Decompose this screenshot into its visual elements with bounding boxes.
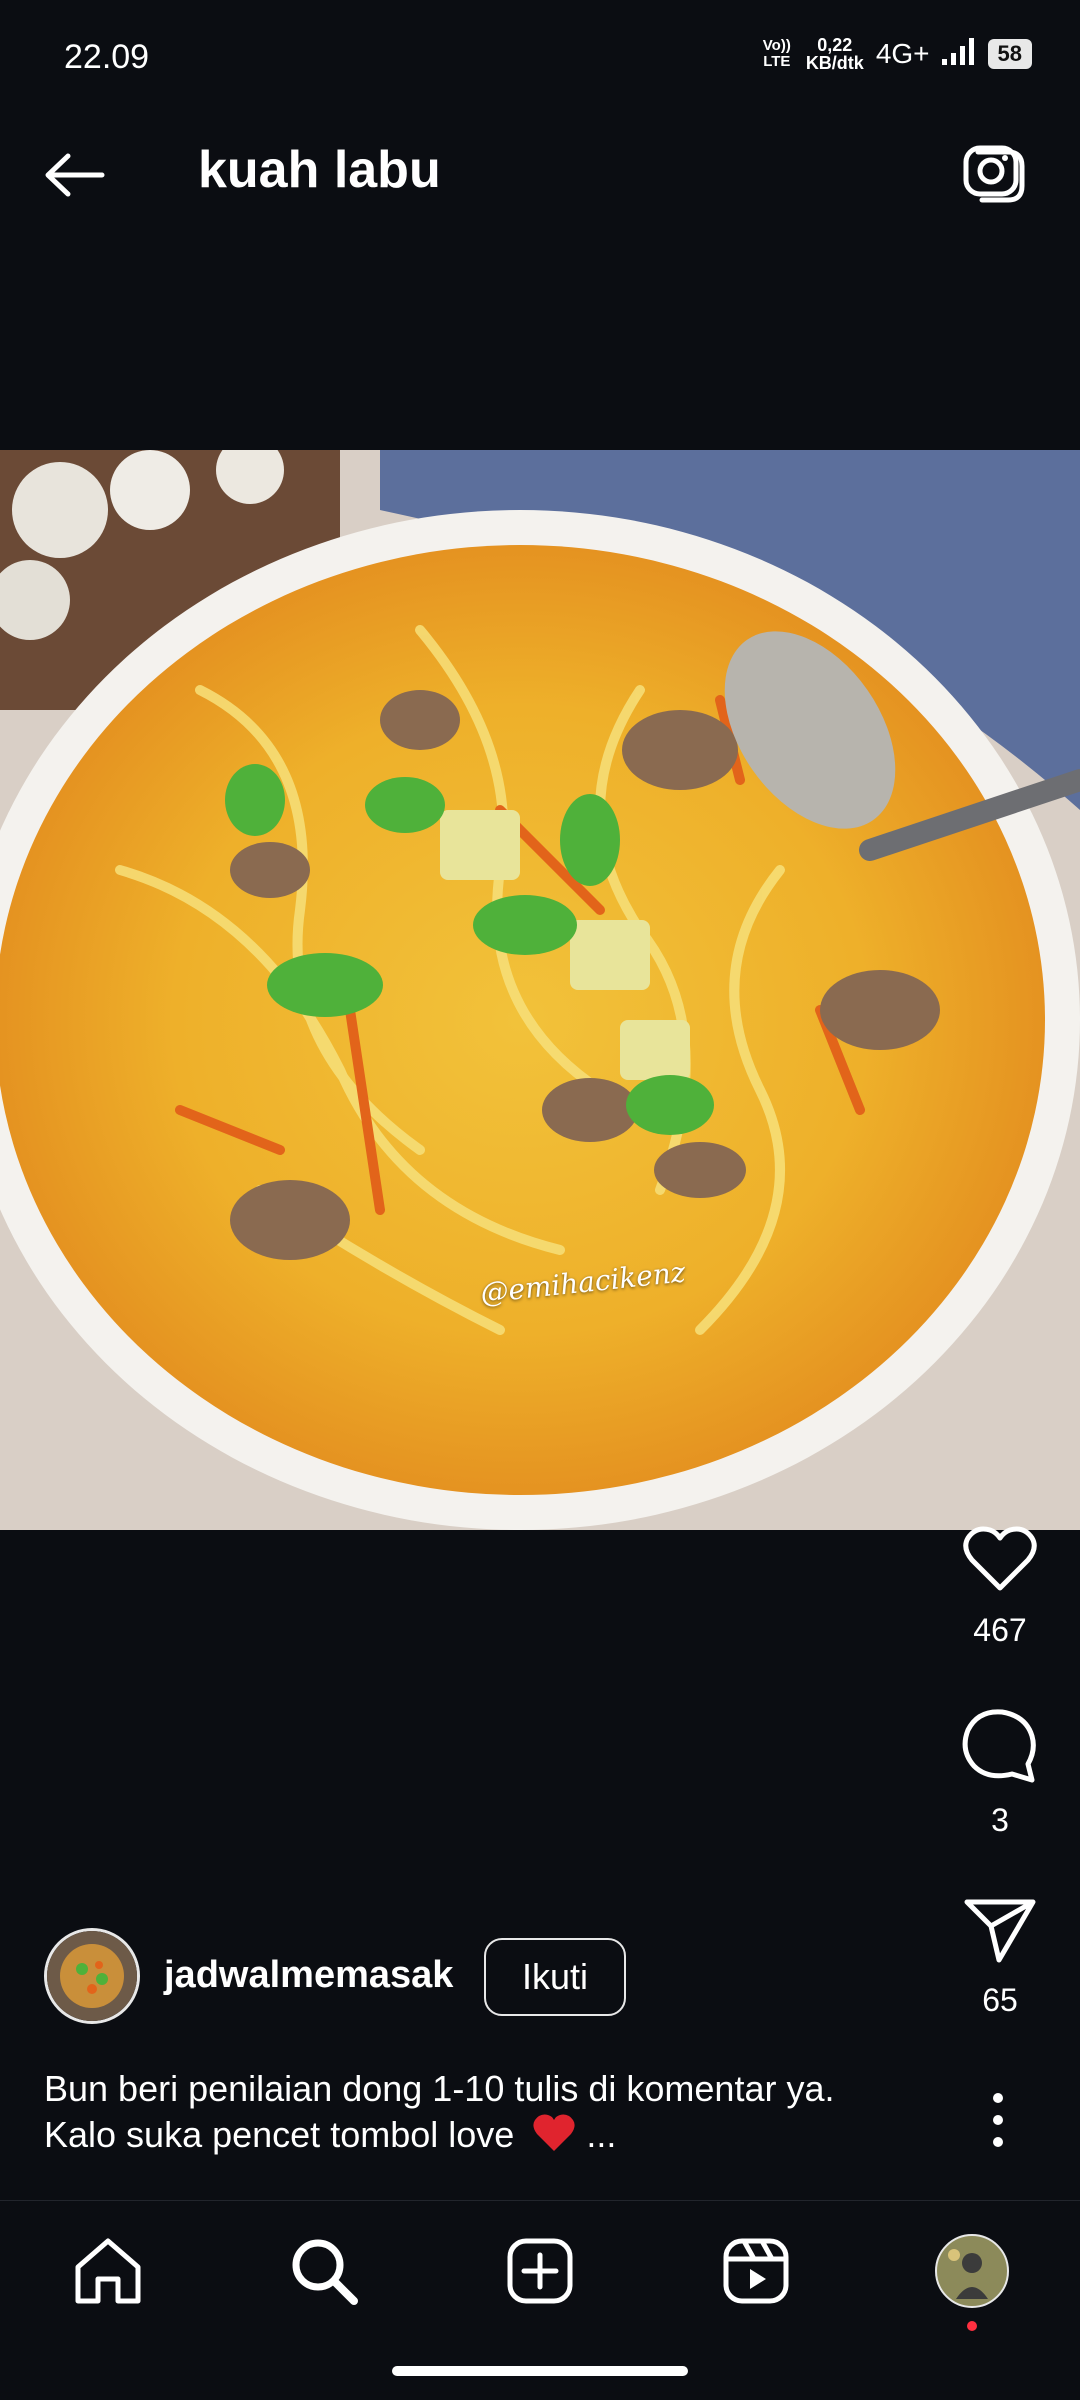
author-avatar[interactable] (44, 1928, 140, 2024)
status-time: 22.09 (64, 38, 150, 76)
home-indicator[interactable] (392, 2366, 688, 2376)
follow-button[interactable]: Ikuti (484, 1938, 626, 2016)
network-type: 4G+ (875, 38, 930, 69)
status-icons: Vo)) LTE 0,22 KB/dtk 4G+ 58 (760, 36, 1032, 72)
volte-indicator: Vo)) LTE (762, 37, 791, 70)
network-speed: 0,22 KB/dtk (806, 36, 864, 72)
like-action: 467 (945, 1526, 1055, 1649)
caption-more[interactable]: ... (586, 2114, 616, 2155)
page-title: kuah labu (198, 141, 441, 199)
reels-icon[interactable] (718, 2233, 794, 2309)
network-speed-value: 0,22 (817, 35, 853, 55)
notification-dot (967, 2321, 977, 2331)
search-icon[interactable] (286, 2233, 362, 2309)
more-vertical-icon[interactable] (986, 2090, 1010, 2150)
battery-indicator: 58 (987, 39, 1032, 69)
network-speed-unit: KB/dtk (805, 53, 864, 73)
caption-line-1: Bun beri penilaian dong 1-10 tulis di ko… (44, 2068, 835, 2109)
home-icon[interactable] (70, 2233, 146, 2309)
heart-icon[interactable] (962, 1526, 1038, 1594)
red-heart-emoji (532, 2113, 576, 2164)
like-count: 467 (973, 1612, 1027, 1648)
comment-icon[interactable] (962, 1708, 1038, 1784)
profile-avatar[interactable] (934, 2233, 1010, 2331)
share-count: 65 (982, 1982, 1018, 2018)
author-username[interactable]: jadwalmemasak (164, 1954, 453, 1997)
send-icon[interactable] (963, 1898, 1037, 1964)
signal-icon (941, 37, 976, 72)
arrow-left-icon[interactable] (40, 140, 110, 210)
caption-text: Kalo suka pencet tombol love (44, 2114, 515, 2155)
create-icon[interactable] (502, 2233, 578, 2309)
caption-line-2: Kalo suka pencet tombol love ... (44, 2112, 924, 2164)
comment-count: 3 (991, 1802, 1009, 1838)
comment-action: 3 (945, 1708, 1055, 1839)
camera-icon[interactable] (960, 138, 1030, 208)
bottom-nav (0, 2200, 1080, 2341)
status-bar: 22.09 Vo)) LTE 0,22 KB/dtk 4G+ 58 (0, 0, 1080, 90)
share-action: 65 (945, 1898, 1055, 2019)
post-image[interactable] (0, 450, 1080, 1530)
post-caption[interactable]: Bun beri penilaian dong 1-10 tulis di ko… (44, 2066, 924, 2164)
